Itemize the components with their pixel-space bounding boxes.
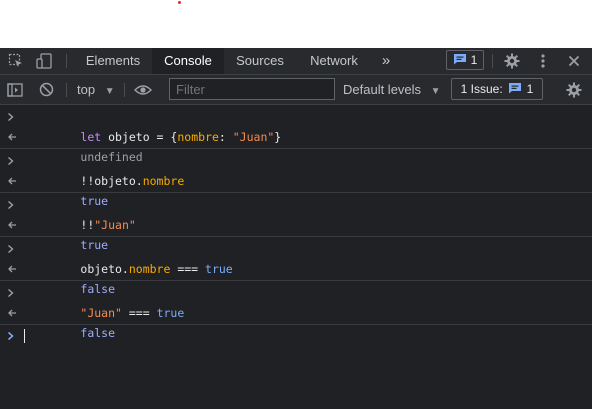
- kebab-menu-icon[interactable]: [533, 48, 553, 74]
- sidebar-toggle-icon[interactable]: [5, 75, 25, 104]
- console-result-line: true: [0, 215, 592, 252]
- inspect-icon[interactable]: [6, 48, 26, 74]
- console-input-line: !!"Juan": [0, 195, 592, 232]
- tab-network[interactable]: Network: [298, 48, 370, 74]
- console-result-line: false: [0, 303, 592, 340]
- devtools-panel: Elements Console Sources Network » 1 top…: [0, 48, 592, 409]
- console-toolbar: top ▼ Default levels ▼ 1 Issue: 1: [0, 75, 592, 105]
- console-entry: let objeto = {nombre: "Juan"} undefined: [0, 105, 592, 164]
- log-levels-dropdown[interactable]: Default levels ▼: [343, 75, 441, 104]
- device-toggle-icon[interactable]: [34, 48, 56, 74]
- console-entry: !!"Juan" true: [0, 193, 592, 252]
- issues-label: 1 Issue:: [460, 82, 503, 96]
- console-entry: !!objeto.nombre true: [0, 149, 592, 208]
- console-result-line: false: [0, 259, 592, 296]
- toolbar-separator: [66, 83, 67, 97]
- console-entry: "Juan" === true false: [0, 281, 592, 340]
- result-arrow-icon: [7, 215, 19, 235]
- console-settings-icon[interactable]: [564, 75, 584, 104]
- result-arrow-icon: [7, 127, 19, 147]
- console-entry: objeto.nombre === true false: [0, 237, 592, 296]
- tab-elements[interactable]: Elements: [76, 48, 150, 74]
- tab-sources[interactable]: Sources: [226, 48, 294, 74]
- tabbar-separator: [66, 54, 67, 68]
- devtools-tabbar: Elements Console Sources Network » 1: [0, 48, 592, 75]
- clear-console-icon[interactable]: [36, 75, 56, 104]
- result-arrow-icon: [7, 303, 19, 323]
- messages-count: 1: [470, 53, 478, 67]
- tabbar-separator: [492, 54, 493, 68]
- console-input-line: "Juan" === true: [0, 283, 592, 320]
- input-chevron-icon: [7, 151, 19, 171]
- input-chevron-icon: [7, 239, 19, 259]
- issues-count: 1: [526, 82, 534, 96]
- result-arrow-icon: [7, 171, 19, 191]
- dropdown-arrow-icon: ▼: [430, 86, 441, 97]
- issues-button[interactable]: 1 Issue: 1: [451, 78, 543, 100]
- page-dot: [178, 1, 181, 4]
- input-chevron-icon: [7, 107, 19, 127]
- input-chevron-icon: [7, 283, 19, 303]
- dropdown-arrow-icon: ▼: [104, 86, 115, 97]
- context-label: top: [77, 82, 96, 97]
- eye-icon[interactable]: [132, 75, 154, 104]
- issues-icon: [508, 82, 522, 97]
- tab-console[interactable]: Console: [152, 48, 224, 74]
- context-selector[interactable]: top ▼: [77, 75, 115, 104]
- console-result-line: undefined: [0, 127, 592, 164]
- prompt-chevron-icon: [7, 326, 19, 346]
- toolbar-separator: [124, 83, 125, 97]
- console-input-line: objeto.nombre === true: [0, 239, 592, 276]
- filter-input[interactable]: [169, 78, 335, 100]
- log-levels-label: Default levels: [343, 82, 422, 97]
- settings-icon[interactable]: [501, 48, 523, 74]
- messages-icon: [453, 53, 467, 68]
- console-input-line: !!objeto.nombre: [0, 151, 592, 188]
- messages-badge[interactable]: 1: [446, 50, 484, 70]
- console-output[interactable]: let objeto = {nombre: "Juan"} undefined …: [0, 105, 592, 347]
- text-cursor: [24, 329, 25, 343]
- close-icon[interactable]: [564, 48, 584, 74]
- page-content-area: [0, 0, 592, 48]
- console-prompt[interactable]: [0, 325, 592, 347]
- console-result-line: true: [0, 171, 592, 208]
- console-input-line: let objeto = {nombre: "Juan"}: [0, 107, 592, 144]
- more-tabs-button[interactable]: »: [374, 48, 398, 74]
- result-arrow-icon: [7, 259, 19, 279]
- input-chevron-icon: [7, 195, 19, 215]
